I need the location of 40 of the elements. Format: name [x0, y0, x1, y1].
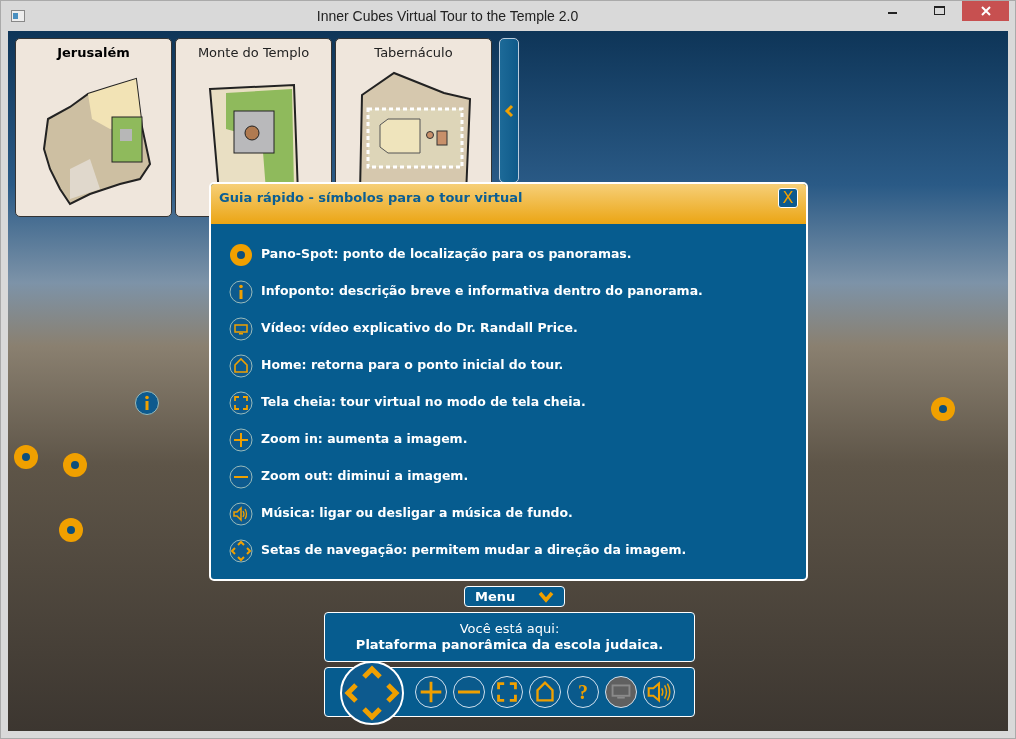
window-title: Inner Cubes Virtual Tour to the Temple 2.0 — [315, 6, 580, 26]
map-tab-label: Tabernáculo — [373, 44, 454, 62]
guide-text: Vídeo: vídeo explicativo do Dr. Randall Price. — [261, 319, 578, 338]
fullscreen-button[interactable] — [491, 676, 523, 708]
monitor-icon — [229, 316, 253, 341]
fullscreen-icon — [229, 390, 253, 415]
close-icon — [980, 6, 991, 16]
guide-text: Home: retorna para o ponto inicial do tour. — [261, 356, 564, 375]
guide-text: Infoponto: descrição breve e informativa dentro do panorama. — [261, 282, 703, 301]
pano-spot-icon — [229, 242, 253, 267]
chevron-left-icon — [504, 103, 514, 118]
zoom-in-button[interactable] — [415, 676, 447, 708]
guide-text: Zoom in: aumenta a imagem. — [261, 430, 468, 449]
map-tab[interactable]: Jerusalém — [15, 38, 172, 217]
guide-text: Setas de navegação: permitem mudar a direção da imagem. — [261, 541, 687, 560]
arrows-icon — [342, 663, 402, 723]
zoom-in-icon — [229, 427, 253, 452]
arrows-icon — [229, 538, 253, 563]
home-button[interactable] — [529, 676, 561, 708]
close-button[interactable] — [962, 1, 1009, 21]
chevron-down-icon — [538, 590, 554, 603]
home-icon — [229, 353, 253, 378]
speaker-button[interactable] — [643, 676, 675, 708]
app-icon — [11, 10, 25, 22]
speaker-icon — [229, 501, 253, 526]
zoom-out-icon — [457, 690, 481, 694]
map-tab-label: Jerusalém — [55, 44, 131, 62]
collapse-panel-button[interactable] — [499, 38, 519, 183]
location-name: Plataforma panorâmica da escola judaica. — [354, 637, 665, 653]
zoom-out-button[interactable] — [453, 676, 485, 708]
map-tab-label: Monte do Templo — [196, 44, 311, 62]
guide-text: Tela cheia: tour virtual no modo de tela cheia. — [261, 393, 586, 412]
guide-text: Zoom out: diminui a imagem. — [261, 467, 469, 486]
info-icon — [229, 279, 253, 304]
location-caption: Você está aqui: — [458, 621, 561, 637]
guide-text: Música: ligar ou desligar a música de fundo. — [261, 504, 573, 523]
maximize-icon — [933, 6, 945, 16]
menu-button[interactable]: Menu — [464, 586, 565, 607]
guide-text: Pano-Spot: ponto de localização para os panoramas. — [261, 245, 632, 264]
zoom-out-icon — [229, 464, 253, 489]
